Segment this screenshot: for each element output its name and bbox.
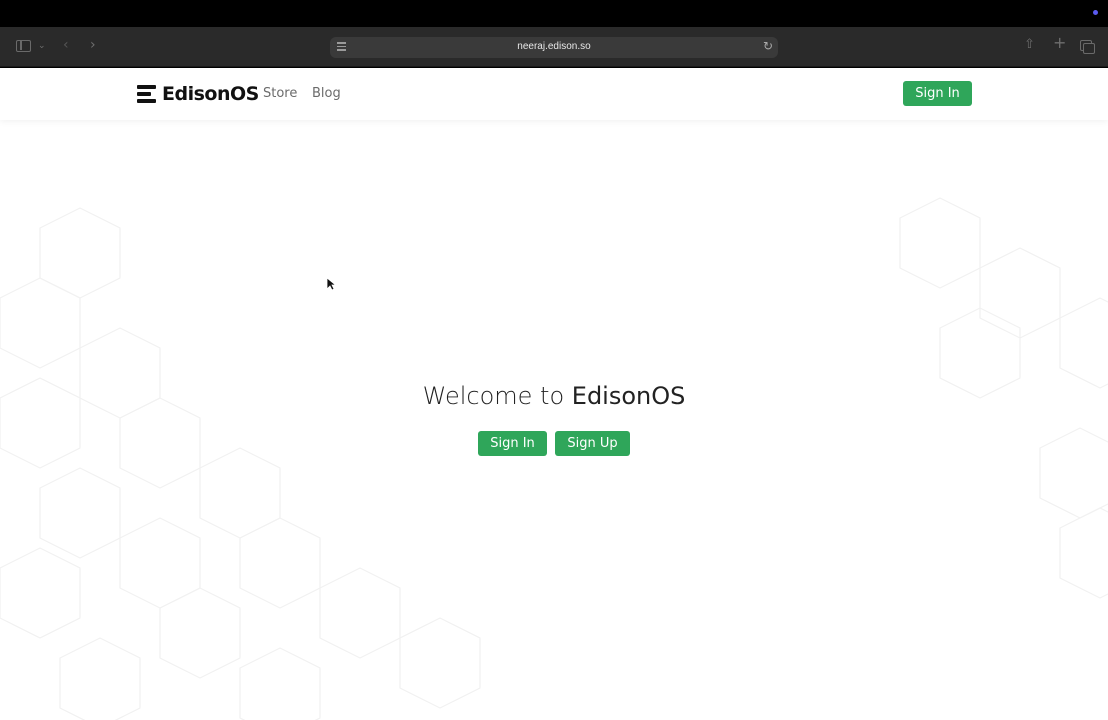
site-logo[interactable]: EdisonOS [137,83,259,105]
nav-link-store[interactable]: Store [263,86,297,101]
site-header: EdisonOS Store Blog Sign In [0,68,1108,120]
welcome-brand: EdisonOS [571,382,686,410]
web-page: EdisonOS Store Blog Sign In Welcome to E… [0,68,1108,720]
logo-mark-icon [137,85,156,103]
system-menu-bar [0,0,1108,27]
address-bar[interactable]: neeraj.edison.so ↻ [330,37,778,58]
forward-icon[interactable]: › [90,38,96,52]
browser-toolbar: ⌄ ‹ › neeraj.edison.so ↻ ⇧ + [0,27,1108,67]
mouse-cursor-icon [326,277,336,291]
back-icon[interactable]: ‹ [63,38,69,52]
tab-overview-icon[interactable] [1080,40,1095,54]
welcome-prefix: Welcome to [422,382,565,410]
share-icon[interactable]: ⇧ [1024,38,1035,52]
address-url[interactable]: neeraj.edison.so [330,41,778,52]
chevron-down-icon[interactable]: ⌄ [38,39,46,53]
logo-text: EdisonOS [162,83,259,105]
nav-link-blog[interactable]: Blog [312,86,341,101]
reload-icon[interactable]: ↻ [763,39,773,53]
welcome-heading: Welcome to EdisonOS [0,382,1108,410]
header-sign-in-button[interactable]: Sign In [903,81,972,106]
new-tab-icon[interactable]: + [1053,35,1066,51]
hero-sign-in-button[interactable]: Sign In [478,431,547,456]
hero-sign-up-button[interactable]: Sign Up [555,431,630,456]
sidebar-icon[interactable] [16,40,31,52]
status-indicator-icon [1093,10,1098,15]
